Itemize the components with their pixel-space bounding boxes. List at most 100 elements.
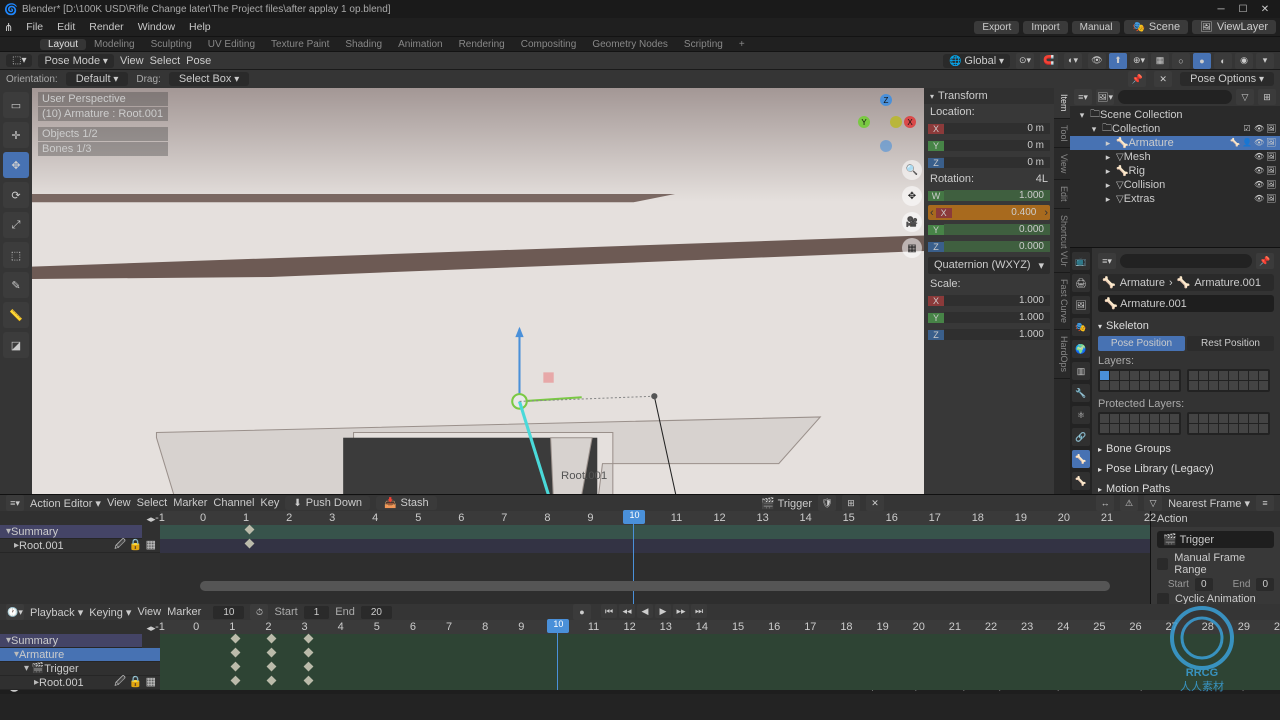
sec-bonegroups[interactable]: Bone Groups bbox=[1098, 441, 1274, 457]
nav-z[interactable]: Z bbox=[880, 94, 892, 106]
outliner-search[interactable] bbox=[1118, 90, 1232, 104]
outliner-new-coll[interactable]: ⊞ bbox=[1258, 89, 1276, 105]
ptab-bone[interactable]: 🦴 bbox=[1072, 472, 1090, 490]
mode-selector[interactable]: Pose Mode ▾ bbox=[38, 54, 113, 68]
frame-ruler[interactable]: -1012345678910111213141516171819202122 bbox=[160, 511, 1150, 525]
action-selector[interactable]: 🎬 Trigger bbox=[761, 497, 812, 510]
orientation-selector[interactable]: 🌐 Global ▾ bbox=[943, 54, 1010, 68]
menu-render[interactable]: Render bbox=[82, 21, 130, 33]
maximize-button[interactable]: ☐ bbox=[1232, 1, 1254, 17]
vtab-tool[interactable]: Tool bbox=[1054, 119, 1070, 149]
sp-action-name[interactable]: 🎬 Trigger bbox=[1157, 531, 1274, 548]
range-toggle[interactable]: ⏱ bbox=[250, 604, 268, 620]
tab-geonodes[interactable]: Geometry Nodes bbox=[584, 39, 676, 50]
outliner-display[interactable]: 🖼▾ bbox=[1096, 89, 1114, 105]
loc-y[interactable]: 0 m bbox=[944, 140, 1050, 151]
ds-root[interactable]: ▸ Root.001 🖉 🔒 ▦ bbox=[0, 539, 160, 553]
nav-dot[interactable] bbox=[890, 116, 902, 128]
tl-frame-ruler[interactable]: -101234567891011121314151617181920212223… bbox=[160, 620, 1280, 634]
rest-position-btn[interactable]: Rest Position bbox=[1187, 336, 1274, 351]
vtab-shortcut[interactable]: Shortcut VUr bbox=[1054, 209, 1070, 274]
ds-mode[interactable]: Action Editor ▾ bbox=[30, 497, 101, 510]
scene-selector[interactable]: 🎭 Scene bbox=[1124, 20, 1188, 34]
props-search[interactable] bbox=[1120, 254, 1252, 268]
vtab-view[interactable]: View bbox=[1054, 148, 1070, 180]
tl-playback[interactable]: Playback ▾ bbox=[30, 606, 83, 619]
tool-cursor[interactable]: ✛ bbox=[3, 122, 29, 148]
sec-skeleton[interactable]: Skeleton bbox=[1098, 318, 1274, 334]
zoom-icon[interactable]: 🔍 bbox=[902, 160, 922, 180]
tool-extra[interactable]: ◪ bbox=[3, 332, 29, 358]
tl-armature[interactable]: ▾ Armature bbox=[0, 648, 160, 662]
tool-scale[interactable]: ⤢ bbox=[3, 212, 29, 238]
menu-file[interactable]: File bbox=[19, 21, 50, 33]
frame-start[interactable]: 1 bbox=[304, 606, 330, 619]
tool-transform[interactable]: ⬚ bbox=[3, 242, 29, 268]
action-fake[interactable]: 🛡 bbox=[818, 495, 836, 511]
tool-move[interactable]: ✥ bbox=[3, 152, 29, 178]
shading-dropdown[interactable]: ▾ bbox=[1256, 53, 1274, 69]
snap-toggle[interactable]: 🧲 bbox=[1040, 53, 1058, 69]
jump-end[interactable]: ⏭ bbox=[691, 604, 707, 618]
action-new[interactable]: ⊞ bbox=[842, 495, 860, 511]
protected-layers[interactable] bbox=[1098, 412, 1274, 435]
vp-select-menu[interactable]: Select bbox=[150, 55, 181, 67]
action-unlink[interactable]: ✕ bbox=[866, 495, 884, 511]
vtab-hardops[interactable]: HardOps bbox=[1054, 330, 1070, 379]
tab-rendering[interactable]: Rendering bbox=[451, 39, 513, 50]
play[interactable]: ▶ bbox=[655, 604, 671, 618]
shading-rendered[interactable]: ◉ bbox=[1235, 53, 1253, 69]
tab-compositing[interactable]: Compositing bbox=[513, 39, 585, 50]
mfr-end[interactable]: 0 bbox=[1256, 578, 1274, 591]
play-rev[interactable]: ◀ bbox=[637, 604, 653, 618]
ds-scrollbar[interactable] bbox=[200, 581, 1110, 591]
tab-modeling[interactable]: Modeling bbox=[86, 39, 143, 50]
tl-marker[interactable]: Marker bbox=[167, 606, 201, 618]
pose-opts-x[interactable]: ✕ bbox=[1154, 71, 1172, 87]
vtab-edit[interactable]: Edit bbox=[1054, 180, 1070, 209]
nav-y[interactable]: Y bbox=[858, 116, 870, 128]
scl-z[interactable]: 1.000 bbox=[944, 329, 1050, 340]
pose-opts-pin[interactable]: 📌 bbox=[1128, 71, 1146, 87]
tl-summary[interactable]: ▾ Summary bbox=[0, 634, 142, 648]
ptab-world[interactable]: 🌍 bbox=[1072, 340, 1090, 358]
mfr-start[interactable]: 0 bbox=[1195, 578, 1213, 591]
menu-help[interactable]: Help bbox=[182, 21, 218, 33]
tree-collection[interactable]: ▾🗀 Collection☑👁🖼 bbox=[1070, 122, 1280, 136]
armature-layers[interactable] bbox=[1098, 369, 1274, 392]
shading-solid[interactable]: ● bbox=[1193, 53, 1211, 69]
vp-pose-menu[interactable]: Pose bbox=[186, 55, 211, 67]
gizmo-visibility[interactable]: 👁 bbox=[1088, 53, 1106, 69]
tab-sculpting[interactable]: Sculpting bbox=[143, 39, 200, 50]
loc-x[interactable]: 0 m bbox=[944, 123, 1050, 134]
tab-texpaint[interactable]: Texture Paint bbox=[263, 39, 337, 50]
tl-keying[interactable]: Keying ▾ bbox=[89, 606, 131, 619]
tree-armature[interactable]: ▸🦴 Armature🦴👤👁🖼 bbox=[1070, 136, 1280, 150]
ptab-object[interactable]: ▥ bbox=[1072, 362, 1090, 380]
select-mode[interactable]: Select Box ▾ bbox=[169, 72, 249, 86]
tab-scripting[interactable]: Scripting bbox=[676, 39, 731, 50]
ptab-armature[interactable]: 🦴 bbox=[1072, 450, 1090, 468]
push-down-btn[interactable]: ⬇ Push Down bbox=[285, 496, 370, 510]
import-button[interactable]: Import bbox=[1023, 21, 1067, 34]
props-pin[interactable]: 📌 bbox=[1256, 253, 1274, 269]
ds-marker[interactable]: Marker bbox=[173, 497, 207, 509]
camera-icon[interactable]: 🎥 bbox=[902, 212, 922, 232]
viewlayer-selector[interactable]: 🖼 ViewLayer bbox=[1192, 20, 1276, 34]
prev-key[interactable]: ◂◂ bbox=[619, 604, 635, 618]
jump-start[interactable]: ⏮ bbox=[601, 604, 617, 618]
rot-z[interactable]: 0.000 bbox=[944, 241, 1050, 252]
vtab-item[interactable]: Item bbox=[1054, 88, 1070, 119]
menu-edit[interactable]: Edit bbox=[50, 21, 82, 33]
vtab-fastcurve[interactable]: Fast Curve bbox=[1054, 273, 1070, 330]
tab-add[interactable]: + bbox=[731, 39, 753, 50]
nav-gizmo[interactable]: X Y Z bbox=[862, 98, 912, 148]
ds-filter1[interactable]: ↔ bbox=[1096, 495, 1114, 511]
xray-toggle[interactable]: ▦ bbox=[1151, 53, 1169, 69]
tab-animation[interactable]: Animation bbox=[390, 39, 450, 50]
ptab-output[interactable]: 🖨 bbox=[1072, 274, 1090, 292]
next-key[interactable]: ▸▸ bbox=[673, 604, 689, 618]
tree-collision[interactable]: ▸▽ Collision👁🖼 bbox=[1070, 178, 1280, 192]
tree-extras[interactable]: ▸▽ Extras👁🖼 bbox=[1070, 192, 1280, 206]
menu-window[interactable]: Window bbox=[131, 21, 182, 33]
